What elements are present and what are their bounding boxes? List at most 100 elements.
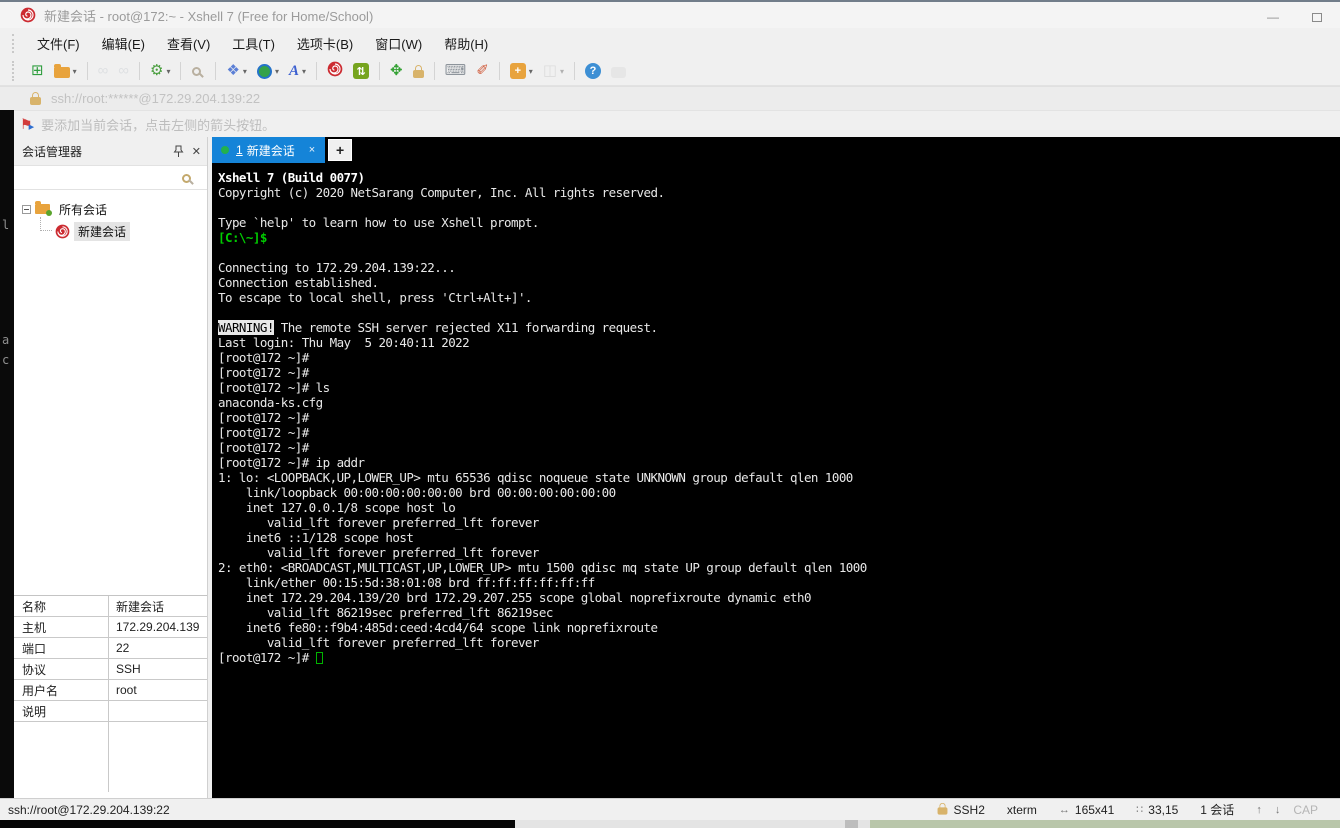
flag-arrow-icon: ▸ (28, 120, 35, 133)
arrange-icon: ❖ (226, 62, 240, 79)
highlighter-icon[interactable]: ✐ (472, 59, 493, 83)
chevron-down-icon[interactable]: ▾ (529, 67, 533, 76)
toolbar-separator (378, 62, 380, 80)
maximize-button[interactable] (1300, 8, 1334, 26)
property-label: 协议 (22, 662, 47, 677)
chevron-down-icon[interactable]: ▾ (73, 67, 77, 76)
minimize-button[interactable]: — (1256, 8, 1290, 26)
background-window-edge: l a c (0, 110, 14, 820)
chat-icon (611, 66, 627, 78)
terminal-line: valid_lft forever preferred_lft forever (218, 545, 540, 560)
chevron-down-icon[interactable]: ▾ (243, 67, 247, 76)
chevron-down-icon[interactable]: ▾ (560, 67, 564, 76)
find-icon (192, 66, 202, 76)
chevron-down-icon[interactable]: ▾ (166, 67, 170, 76)
terminal-line: WARNING! The remote SSH server rejected … (218, 320, 658, 335)
maximize-icon (1312, 12, 1322, 22)
lock-icon (937, 802, 947, 815)
menu-item-0[interactable]: 文件(F) (26, 30, 91, 57)
arrange-icon[interactable]: ❖ ▾ (222, 59, 250, 83)
tree-collapse-icon[interactable] (22, 204, 31, 214)
pin-icon[interactable] (173, 145, 184, 158)
close-panel-icon[interactable]: ✕ (192, 145, 201, 158)
session-search-input[interactable] (14, 166, 207, 189)
address-url[interactable]: ssh://root:******@172.29.204.139:22 (51, 91, 260, 106)
toolbar-grip[interactable] (12, 34, 15, 53)
terminal-line: inet6 fe80::f9b4:485d:ceed:4cd4/64 scope… (218, 620, 658, 635)
find-icon[interactable] (187, 59, 209, 83)
terminal-line: valid_lft forever preferred_lft forever (218, 635, 540, 650)
help-icon[interactable]: ? (581, 59, 605, 83)
status-indicators: SSH2 xterm ↔ 165x41 ∷ 33,15 1 会话 ↑ ↓ CAP (937, 801, 1340, 818)
terminal-line: 1: lo: <LOOPBACK,UP,LOWER_UP> mtu 65536 … (218, 470, 853, 485)
scroll-up-icon: ↑ (1256, 803, 1262, 816)
help-icon: ? (585, 63, 602, 79)
status-terminal-type: xterm (1007, 803, 1037, 817)
terminal-line: Connecting to 172.29.204.139:22... (218, 260, 456, 275)
keyboard-icon[interactable]: ⌨ (441, 59, 471, 83)
new-tab-button[interactable]: + (328, 139, 353, 161)
session-tree: 所有会话 新建会话 (14, 190, 207, 242)
terminal-screen[interactable]: Xshell 7 (Build 0077) Copyright (c) 2020 … (212, 164, 1340, 665)
property-row: 端口 22 (14, 638, 207, 659)
edge-char: a (2, 333, 10, 347)
tab-close-icon[interactable]: × (309, 144, 315, 156)
reconnect-icon[interactable]: ∞ (114, 59, 133, 83)
hint-text: 要添加当前会话，点击左侧的箭头按钮。 (41, 117, 276, 133)
hint-bar: ⚑ ▸ 要添加当前会话，点击左侧的箭头按钮。 (14, 110, 1340, 137)
web-browser-icon[interactable]: ▾ (253, 59, 283, 83)
tab-active-session[interactable]: 1 新建会话 × (212, 137, 326, 163)
open-session-icon[interactable]: ▾ (50, 59, 81, 83)
status-scroll-up[interactable]: ↑ (1256, 804, 1267, 816)
xshell-icon[interactable] (323, 59, 347, 83)
menu-item-4[interactable]: 选项卡(B) (286, 30, 364, 57)
menu-item-3[interactable]: 工具(T) (221, 30, 286, 57)
layout-icon[interactable]: ◫ ▾ (539, 59, 568, 83)
toolbar-grip[interactable] (12, 61, 15, 81)
session-manager-title: 会话管理器 (22, 144, 83, 159)
xftp-icon: ⇅ (352, 63, 369, 79)
terminal-cursor (315, 652, 323, 664)
status-label: CAP (1293, 802, 1318, 817)
disconnect-icon[interactable]: ∞ (94, 59, 113, 83)
font-icon[interactable]: A ▾ (285, 59, 310, 83)
chat-icon[interactable] (607, 59, 630, 83)
session-search[interactable] (14, 165, 207, 190)
menu-item-1[interactable]: 编辑(E) (91, 30, 156, 57)
status-label: 165x41 (1074, 802, 1115, 817)
add-folder-icon[interactable]: + ▾ (506, 59, 537, 83)
sessions-folder-icon (35, 201, 52, 216)
chevron-down-icon[interactable]: ▾ (275, 67, 279, 76)
toolbar-separator (215, 62, 217, 80)
menu-item-6[interactable]: 帮助(H) (433, 30, 499, 57)
menu-item-5[interactable]: 窗口(W) (364, 30, 433, 57)
title-bar: 新建会话 - root@172:~ - Xshell 7 (Free for H… (0, 0, 1340, 28)
tree-root-label[interactable]: 所有会话 (55, 200, 111, 219)
status-scroll-down[interactable]: ↓ (1275, 804, 1286, 816)
terminal-size-icon: ↔ (1058, 803, 1070, 816)
lock-icon[interactable] (409, 59, 428, 83)
status-label: xterm (1006, 802, 1037, 817)
tab-label: 新建会话 (246, 143, 295, 158)
menu-item-2[interactable]: 查看(V) (156, 30, 221, 57)
chevron-down-icon[interactable]: ▾ (302, 67, 306, 76)
tree-item-session[interactable]: 新建会话 (36, 217, 207, 242)
fullscreen-icon[interactable]: ✥ (386, 59, 407, 83)
terminal-line: [root@172 ~]# (218, 350, 309, 365)
xshell-logo-icon (20, 7, 36, 23)
tree-session-label[interactable]: 新建会话 (74, 221, 131, 241)
terminal-line: valid_lft forever preferred_lft forever (218, 515, 540, 530)
new-session-icon[interactable]: ⊞ (27, 59, 48, 83)
session-properties-icon[interactable]: ⚙ ▾ (146, 59, 174, 83)
terminal-line: [root@172 ~]# ls (218, 380, 330, 395)
toolbar-separator (574, 62, 576, 80)
status-protocol: SSH2 (937, 802, 985, 817)
desktop-edge (0, 820, 1340, 828)
terminal-line: [root@172 ~]# (218, 650, 1340, 665)
edge-char: l (2, 218, 10, 232)
property-value: 22 (108, 638, 207, 658)
address-bar[interactable]: ssh://root:******@172.29.204.139:22 (0, 86, 1340, 110)
xftp-icon[interactable]: ⇅ (349, 59, 373, 83)
